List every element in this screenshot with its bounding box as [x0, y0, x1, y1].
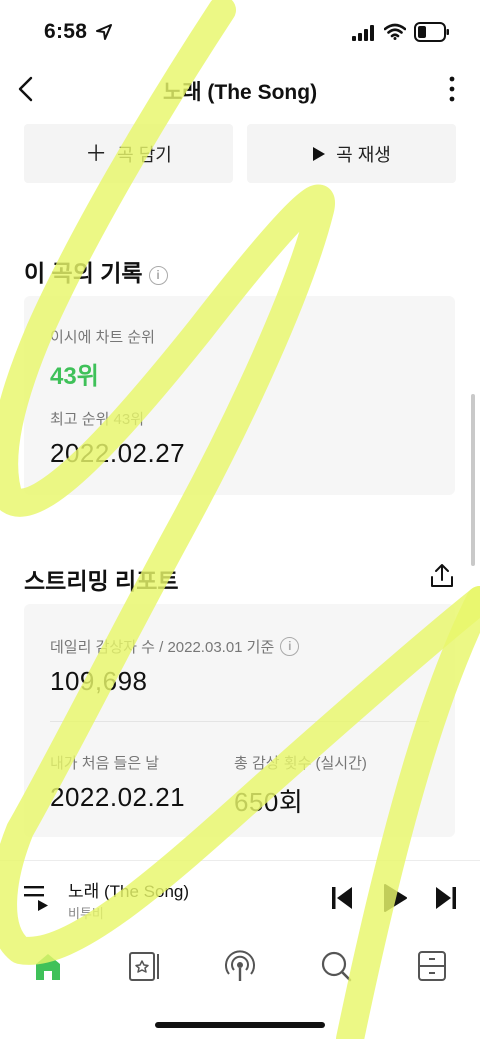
song-record-title-text: 이 곡의 기록: [24, 260, 143, 286]
next-track-icon[interactable]: [434, 885, 458, 911]
total-plays-value: 650회: [234, 787, 304, 817]
daily-listeners-label-text: 데일리 감상자 수 / 2022.03.01 기준: [50, 639, 275, 656]
previous-track-icon[interactable]: [330, 885, 354, 911]
podcast-icon[interactable]: [220, 946, 260, 986]
playlist-icon[interactable]: [124, 946, 164, 986]
play-song-button[interactable]: 곡 재생: [247, 124, 456, 183]
play-song-label: 곡 재생: [336, 144, 391, 165]
page-title: 노래 (The Song): [162, 81, 318, 104]
daily-listeners-label: 데일리 감상자 수 / 2022.03.01 기준 i: [50, 636, 300, 657]
info-icon[interactable]: i: [280, 637, 300, 656]
chart-rank-label: 이시에 차트 순위: [50, 329, 155, 346]
home-indicator: [155, 1022, 325, 1028]
mini-player-artist: 비투비: [68, 906, 104, 921]
play-icon[interactable]: [382, 883, 408, 913]
song-record-card: 이시에 차트 순위 43위 최고 순위 43위 2022.02.27: [24, 296, 455, 495]
status-bar: 6:58: [0, 0, 480, 62]
plus-icon: ＋: [85, 140, 108, 166]
info-icon[interactable]: i: [148, 266, 168, 285]
streaming-report-card: 데일리 감상자 수 / 2022.03.01 기준 i 109,698 내가 처음…: [24, 604, 455, 837]
mini-player-title: 노래 (The Song): [68, 882, 190, 901]
library-icon[interactable]: [412, 946, 452, 986]
daily-listeners-value: 109,698: [50, 666, 148, 696]
streaming-report-title: 스트리밍 리포트: [24, 568, 179, 594]
wifi-icon: [384, 23, 406, 40]
search-icon[interactable]: [316, 946, 356, 986]
best-rank-label: 최고 순위 43위: [50, 411, 145, 428]
mini-player[interactable]: 노래 (The Song) 비투비: [0, 860, 480, 936]
status-time: 6:58: [44, 20, 88, 43]
home-icon[interactable]: [28, 946, 68, 986]
play-triangle-icon: [313, 146, 326, 161]
tab-bar: [0, 936, 480, 1000]
cellular-signal-icon: [352, 25, 374, 41]
add-song-label: 곡 담기: [117, 144, 172, 165]
best-rank-date: 2022.02.27: [50, 438, 186, 468]
total-plays-label: 총 감상 횟수 (실시간): [234, 755, 367, 772]
first-listen-label: 내가 처음 들은 날: [50, 755, 160, 772]
card-divider: [50, 721, 429, 722]
share-icon[interactable]: [428, 562, 456, 590]
queue-list-icon[interactable]: [24, 883, 50, 911]
song-record-title: 이 곡의 기록 i: [24, 254, 168, 288]
chart-rank-value: 43위: [50, 363, 99, 390]
location-arrow-icon: [96, 24, 112, 40]
scrollbar[interactable]: [471, 394, 475, 566]
first-listen-value: 2022.02.21: [50, 782, 186, 812]
more-vertical-icon[interactable]: [440, 74, 464, 104]
battery-icon: [414, 22, 449, 42]
add-song-button[interactable]: ＋ 곡 담기: [24, 124, 233, 183]
nav-bar: 노래 (The Song): [0, 62, 480, 118]
